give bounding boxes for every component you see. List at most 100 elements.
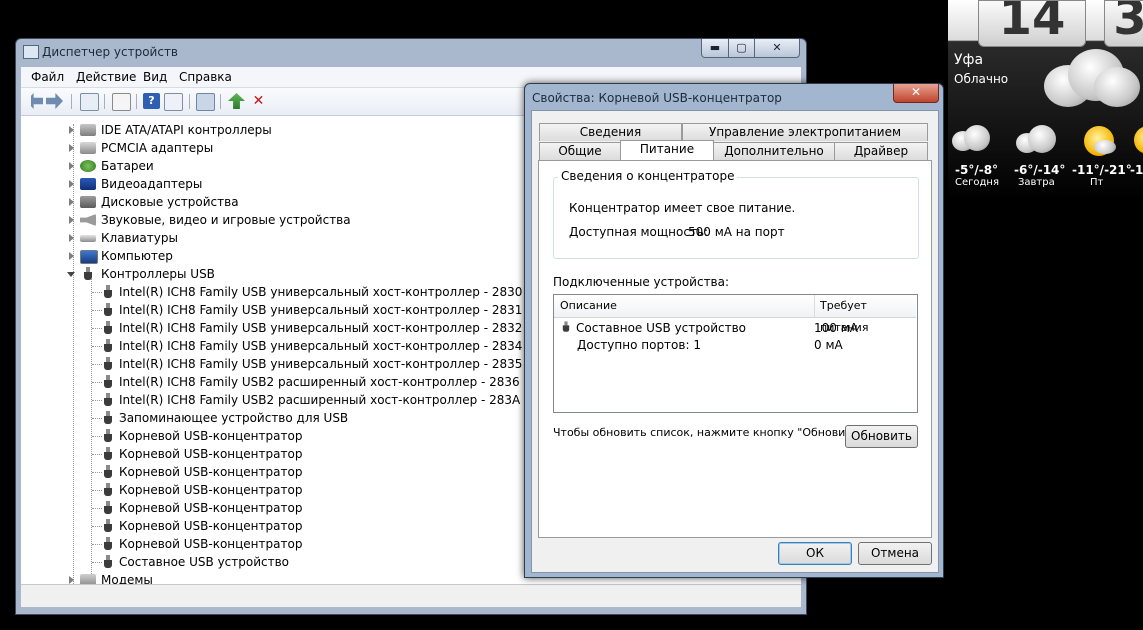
expand-arrow-icon[interactable] <box>69 252 74 260</box>
tree-node-label: Батареи <box>101 159 154 173</box>
usb-device-label: Корневой USB-концентратор <box>119 429 303 443</box>
expand-arrow-icon[interactable] <box>69 126 74 134</box>
tab-general[interactable]: Общие <box>539 142 621 160</box>
usb-device-label: Запоминающее устройство для USB <box>119 411 349 425</box>
tree-guide-line <box>92 472 102 473</box>
disk-drive-icon <box>80 196 96 208</box>
cloud-icon <box>1044 45 1143 115</box>
usb-device-icon <box>104 411 112 425</box>
dialog-close-button[interactable]: ✕ <box>893 84 939 103</box>
usb-device-icon <box>104 483 112 497</box>
column-description[interactable]: Описание <box>554 295 815 318</box>
collapse-arrow-icon[interactable] <box>67 272 75 277</box>
tab-advanced[interactable]: Дополнительно <box>713 142 835 160</box>
tab-power[interactable]: Питание <box>620 140 714 160</box>
weather-condition: Облачно <box>954 72 1009 86</box>
clock-hours: 14 <box>978 0 1086 47</box>
snow-cloud-icon <box>952 125 990 157</box>
properties-icon[interactable] <box>112 93 131 111</box>
connected-devices-list[interactable]: Описание Требует питания Составное USB у… <box>553 294 918 413</box>
usb-device-label: Корневой USB-концентратор <box>119 537 303 551</box>
console-tree-icon[interactable] <box>164 93 183 111</box>
toolbar-separator <box>220 94 221 109</box>
usb-icon <box>84 267 92 281</box>
dialog-body: Сведения Управление электропитанием Общи… <box>531 110 939 573</box>
sound-icon <box>80 214 96 226</box>
expand-arrow-icon[interactable] <box>69 216 74 224</box>
toolbar-separator <box>71 94 72 109</box>
maximize-button[interactable]: ▢ <box>728 39 755 58</box>
tree-guide-line <box>92 526 102 527</box>
menu-view[interactable]: Вид <box>143 70 167 84</box>
forecast-day-today: Сегодня <box>955 177 999 188</box>
show-hide-console-icon[interactable] <box>80 93 99 111</box>
back-arrow-icon[interactable] <box>26 93 43 109</box>
tree-guide-line <box>92 562 102 563</box>
status-bar <box>21 584 801 607</box>
tab-driver[interactable]: Драйвер <box>834 142 928 160</box>
expand-arrow-icon[interactable] <box>69 198 74 206</box>
device-manager-titlebar[interactable]: Диспетчер устройств ▬ ▢ ✕ <box>16 39 806 65</box>
weather-city: Уфа <box>954 52 984 68</box>
list-item[interactable]: Доступно портов: 1 0 мА <box>554 337 917 354</box>
update-driver-icon[interactable] <box>228 93 245 109</box>
expand-arrow-icon[interactable] <box>69 180 74 188</box>
usb-device-icon <box>562 321 570 332</box>
usb-device-label: Корневой USB-концентратор <box>119 465 303 479</box>
usb-device-label: Корневой USB-концентратор <box>119 447 303 461</box>
scan-hardware-icon[interactable] <box>196 93 215 111</box>
list-item[interactable]: Составное USB устройство 100 мА <box>554 319 917 336</box>
expand-arrow-icon[interactable] <box>69 576 74 584</box>
window-title: Диспетчер устройств <box>42 45 179 59</box>
weather-clock-gadget[interactable]: 14 3 Уфа Облачно -5°/-8° Сегодня -6°/-14… <box>948 0 1143 200</box>
device-description: Составное USB устройство <box>576 321 747 335</box>
minimize-button[interactable]: ▬ <box>701 39 729 58</box>
device-power: 100 мА <box>814 321 858 335</box>
battery-icon <box>80 160 96 172</box>
usb-device-icon <box>104 519 112 533</box>
forward-arrow-icon[interactable] <box>46 93 63 109</box>
usb-device-icon <box>104 393 112 407</box>
tree-node-label: Модемы <box>101 573 153 584</box>
tree-guide-line <box>92 490 102 491</box>
tree-guide-line <box>92 418 102 419</box>
sun-icon <box>1134 126 1143 156</box>
menu-help[interactable]: Справка <box>179 70 232 84</box>
usb-device-icon <box>104 429 112 443</box>
column-power-required[interactable]: Требует питания <box>815 295 916 334</box>
refresh-button[interactable]: Обновить <box>845 425 918 448</box>
usb-device-label: Корневой USB-концентратор <box>119 483 303 497</box>
usb-device-label: Intel(R) ICH8 Family USB2 расширенный хо… <box>119 375 520 389</box>
cancel-button[interactable]: Отмена <box>858 542 932 565</box>
forecast-day-tomorrow: Завтра <box>1018 177 1055 188</box>
usb-device-icon <box>104 321 112 335</box>
computer-icon <box>80 250 98 264</box>
usb-device-icon <box>104 375 112 389</box>
usb-device-icon <box>104 285 112 299</box>
tab-details[interactable]: Сведения <box>539 123 682 141</box>
usb-device-icon <box>104 339 112 353</box>
clock-minutes: 3 <box>1104 0 1143 47</box>
tree-guide-line <box>92 292 102 293</box>
close-button[interactable]: ✕ <box>754 39 800 58</box>
menu-file[interactable]: Файл <box>31 70 64 84</box>
usb-device-label: Составное USB устройство <box>119 555 290 569</box>
help-icon[interactable]: ? <box>143 93 160 109</box>
expand-arrow-icon[interactable] <box>69 162 74 170</box>
uninstall-device-icon[interactable]: ✕ <box>250 93 267 109</box>
tree-node-label: IDE ATA/ATAPI контроллеры <box>101 123 272 137</box>
menu-action[interactable]: Действие <box>76 70 136 84</box>
tree-node-label: Дисковые устройства <box>101 195 239 209</box>
tree-node-label: PCMCIA адаптеры <box>101 141 214 155</box>
expand-arrow-icon[interactable] <box>69 234 74 242</box>
forecast-day-friday: Пт <box>1090 177 1104 188</box>
forecast-temp-next: -1 <box>1130 163 1143 177</box>
cloud-icon <box>1016 125 1058 157</box>
tree-guide-line <box>92 436 102 437</box>
usb-device-label: Корневой USB-концентратор <box>119 519 303 533</box>
expand-arrow-icon[interactable] <box>69 144 74 152</box>
usb-device-label: Intel(R) ICH8 Family USB универсальный х… <box>119 303 523 317</box>
tab-power-management[interactable]: Управление электропитанием <box>682 123 928 141</box>
ok-button[interactable]: ОК <box>778 542 852 565</box>
usb-device-icon <box>104 537 112 551</box>
